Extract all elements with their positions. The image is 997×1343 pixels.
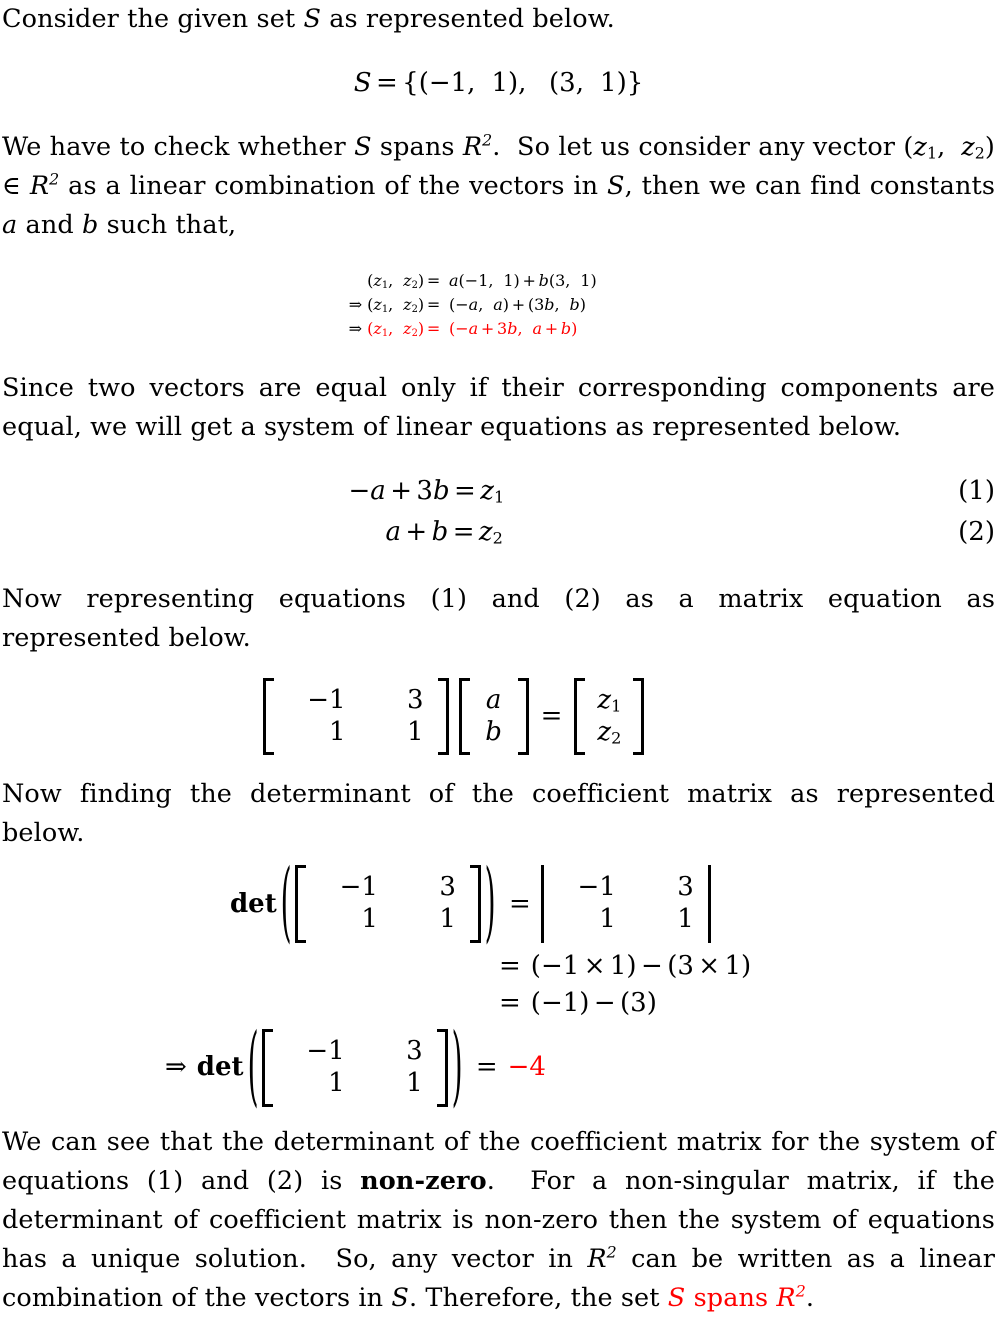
equals-sign: = bbox=[499, 950, 521, 981]
paragraph-matrix-form: Now representing equations (1) and (2) a… bbox=[2, 584, 995, 654]
bracket-left-icon bbox=[458, 678, 470, 756]
derivation-lhs: ⇒ (z1, z2) = bbox=[348, 319, 441, 340]
linear-combination-derivation: (z1, z2) = a(−1, 1) + b(3, 1) ⇒ (z1, z2) = (… bbox=[2, 269, 995, 342]
bracket-left-icon bbox=[574, 678, 586, 756]
implies-arrow-icon: ⇒ bbox=[165, 1052, 187, 1083]
determinant-step-2-expression: (−1 × 1) − (3 × 1) bbox=[530, 950, 752, 981]
document-page: Consider the given set S as represented … bbox=[0, 0, 997, 1343]
matrix-inside-det: −1 3 11 bbox=[294, 865, 481, 944]
bracket-left-icon bbox=[294, 865, 306, 944]
bracket-right-icon bbox=[517, 678, 529, 756]
result-vector: z1 z2 bbox=[574, 678, 645, 756]
conclusion-highlight: S spans R2 bbox=[667, 1281, 806, 1313]
equation-2-tag: (2) bbox=[958, 516, 995, 547]
derivation-rhs: (−a, a) + (3b, b) bbox=[449, 294, 586, 314]
determinant-bars-matrix: −1 3 11 bbox=[540, 865, 711, 944]
bracket-left-icon bbox=[261, 1029, 273, 1108]
det-label: det bbox=[196, 1052, 244, 1083]
vertical-bar-icon bbox=[540, 865, 544, 944]
derivation-row: ⇒ (z1, z2) = (−a, a) + (3b, b) bbox=[2, 293, 995, 317]
unknown-vector: a b bbox=[458, 678, 529, 756]
derivation-rhs: (−a +3b, a + b) bbox=[449, 319, 578, 339]
paren-left-icon: ( bbox=[280, 853, 292, 955]
set-definition-equation: S = {(−1, 1), (3, 1)} bbox=[353, 68, 644, 98]
determinant-step-2: = (−1 × 1) − (3 × 1) bbox=[2, 951, 995, 982]
derivation-row-highlight: ⇒ (z1, z2) = (−a +3b, a + b) bbox=[2, 317, 995, 341]
paren-right-icon: ) bbox=[451, 1017, 463, 1119]
determinant-value: −4 bbox=[507, 1052, 546, 1083]
paragraph-find-determinant: Now finding the determinant of the coeff… bbox=[2, 779, 995, 849]
linear-system: −a +3b = z1 (1) a + b = z2 (2) bbox=[2, 471, 996, 552]
matrix-equation: −1 3 11 a b = z1 z2 bbox=[0, 678, 995, 756]
set-symbol: S bbox=[353, 68, 372, 98]
intro-paragraph: Consider the given set S as represented … bbox=[2, 0, 995, 39]
set-braces: {(−1, 1), (3, 1)} bbox=[402, 68, 644, 98]
det-label: det bbox=[230, 888, 277, 919]
paren-left-icon: ( bbox=[247, 1017, 259, 1119]
determinant-final: ⇒ det ( −1 3 11 ) = −4 bbox=[2, 1024, 995, 1111]
paragraph-conclusion: We can see that the determinant of the c… bbox=[2, 1126, 996, 1313]
derivation-rhs: a(−1, 1) + b(3, 1) bbox=[449, 270, 597, 290]
paragraph-check-span: We have to check whether S spans R2. So … bbox=[2, 130, 996, 240]
implies-arrow-icon: ⇒ bbox=[348, 319, 363, 339]
implies-arrow-icon: ⇒ bbox=[348, 294, 363, 314]
equals-sign: = bbox=[499, 988, 521, 1019]
bracket-left-icon bbox=[262, 678, 274, 756]
vertical-bar-icon bbox=[707, 865, 711, 944]
non-zero-emphasis: non-zero bbox=[360, 1165, 487, 1196]
equals-sign: = bbox=[540, 701, 563, 732]
paren-right-icon: ) bbox=[484, 853, 496, 955]
equation-1-tag: (1) bbox=[958, 476, 995, 507]
bracket-right-icon bbox=[437, 678, 449, 756]
coefficient-matrix: −1 3 11 bbox=[262, 678, 449, 756]
bracket-right-icon bbox=[469, 865, 481, 944]
determinant-step-3-expression: (−1) − (3) bbox=[530, 988, 657, 1019]
matrix-inside-det: −1 3 11 bbox=[261, 1029, 448, 1108]
equals-sign: = bbox=[509, 888, 531, 919]
derivation-lhs: (z1, z2) = bbox=[367, 270, 441, 291]
determinant-step-1: det ( −1 3 11 ) = −1 3 11 bbox=[2, 861, 995, 948]
equation-1: −a +3b = z1 (1) bbox=[2, 471, 996, 511]
intro-text: Consider the given set S as represented … bbox=[2, 4, 615, 34]
equals-sign: = bbox=[475, 1052, 498, 1083]
determinant-step-3: = (−1) − (3) bbox=[2, 988, 995, 1019]
bracket-right-icon bbox=[436, 1029, 448, 1108]
determinant-computation: det ( −1 3 11 ) = −1 3 11 = (−1 × 1) − (… bbox=[2, 861, 995, 1112]
bracket-right-icon bbox=[633, 678, 645, 756]
equation-1-expression: −a +3b = z1 bbox=[348, 476, 505, 507]
derivation-row: (z1, z2) = a(−1, 1) + b(3, 1) bbox=[2, 269, 995, 293]
derivation-lhs: ⇒ (z1, z2) = bbox=[348, 294, 441, 315]
equation-2-expression: a + b = z2 bbox=[385, 516, 503, 548]
equation-2: a + b = z2 (2) bbox=[2, 512, 996, 552]
paragraph-components-equal: Since two vectors are equal only if thei… bbox=[2, 373, 995, 443]
